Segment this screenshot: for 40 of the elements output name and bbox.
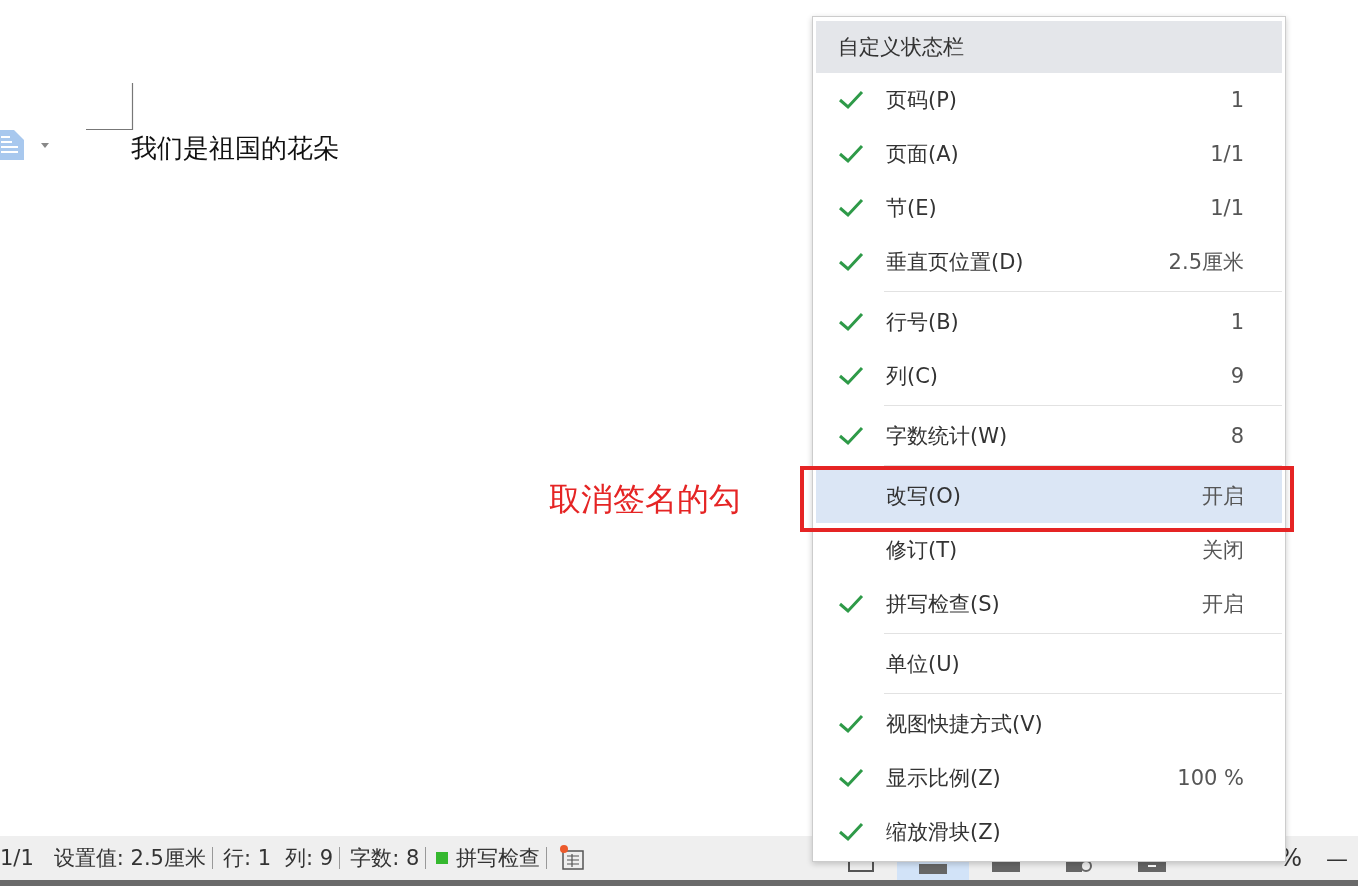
- check-icon: [838, 822, 864, 842]
- menu-item[interactable]: 节(E) 1/1: [816, 181, 1282, 235]
- line-status[interactable]: 行: 1: [222, 844, 272, 872]
- page-status[interactable]: 1/1: [0, 846, 34, 870]
- spell-check-indicator-icon: [436, 852, 449, 864]
- menu-item[interactable]: 行号(B) 1: [816, 295, 1282, 349]
- margin-corner-mark: [86, 83, 134, 131]
- check-icon: [838, 252, 864, 272]
- menu-item[interactable]: 视图快捷方式(V): [816, 697, 1282, 751]
- menu-item[interactable]: 垂直页位置(D) 2.5厘米: [816, 235, 1282, 289]
- menu-item[interactable]: 列(C) 9: [816, 349, 1282, 403]
- menu-item[interactable]: 显示比例(Z) 100 %: [816, 751, 1282, 805]
- page-view-icon: [919, 864, 948, 874]
- check-icon: [838, 90, 864, 110]
- check-icon: [838, 144, 864, 164]
- annotation-text: 取消签名的勾: [549, 479, 741, 520]
- check-icon: [838, 312, 864, 332]
- check-icon: [838, 594, 864, 614]
- menu-item[interactable]: 字数统计(W) 8: [816, 409, 1282, 463]
- document-text: 我们是祖国的花朵: [131, 132, 339, 165]
- check-icon: [838, 366, 864, 386]
- caret-icon[interactable]: [41, 143, 49, 149]
- zoom-out-button[interactable]: —: [1316, 845, 1358, 871]
- spell-check-status[interactable]: 拼写检查: [456, 844, 541, 872]
- menu-item[interactable]: 修订(T) 关闭: [816, 523, 1282, 577]
- word-count-status[interactable]: 字数: 8: [350, 844, 420, 872]
- menu-item[interactable]: 拼写检查(S) 开启: [816, 577, 1282, 631]
- menu-item[interactable]: 缩放滑块(Z): [816, 805, 1282, 859]
- table-icon[interactable]: [559, 845, 586, 871]
- menu-title: 自定义状态栏: [816, 21, 1282, 73]
- check-icon: [838, 768, 864, 788]
- check-icon: [838, 714, 864, 734]
- menu-item[interactable]: 页码(P) 1: [816, 73, 1282, 127]
- menu-item[interactable]: 单位(U): [816, 637, 1282, 691]
- column-status[interactable]: 列: 9: [285, 844, 334, 872]
- check-icon: [838, 426, 864, 446]
- menu-item[interactable]: 页面(A) 1/1: [816, 127, 1282, 181]
- setting-status[interactable]: 设置值: 2.5厘米: [53, 844, 206, 872]
- check-icon: [838, 198, 864, 218]
- menu-item[interactable]: 改写(O) 开启: [816, 469, 1282, 523]
